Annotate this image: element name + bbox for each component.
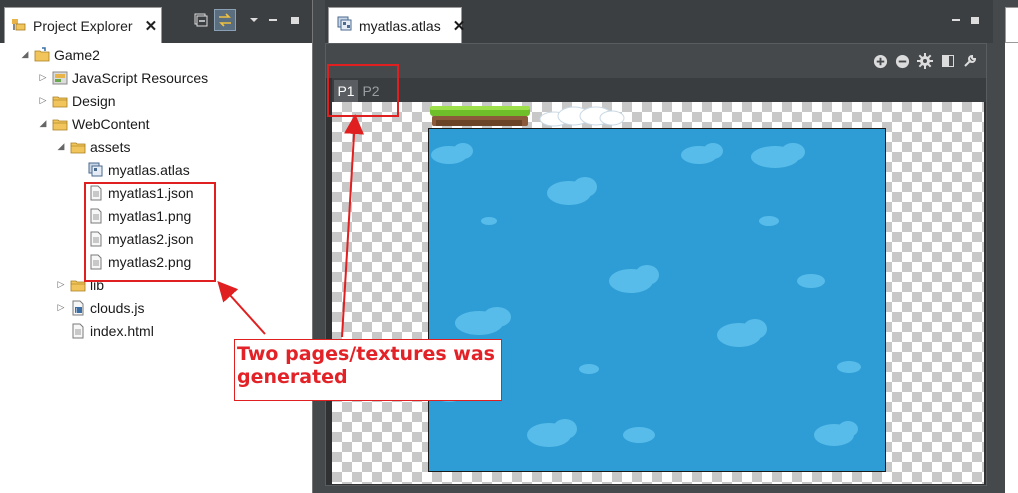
annotation-text: Two pages/textures was generated [237,343,495,388]
annotation-callout: Two pages/textures was generated [234,339,502,401]
annotation-arrows [217,114,365,338]
arrow-to-pages [341,114,365,338]
arrow-to-files [217,281,266,335]
